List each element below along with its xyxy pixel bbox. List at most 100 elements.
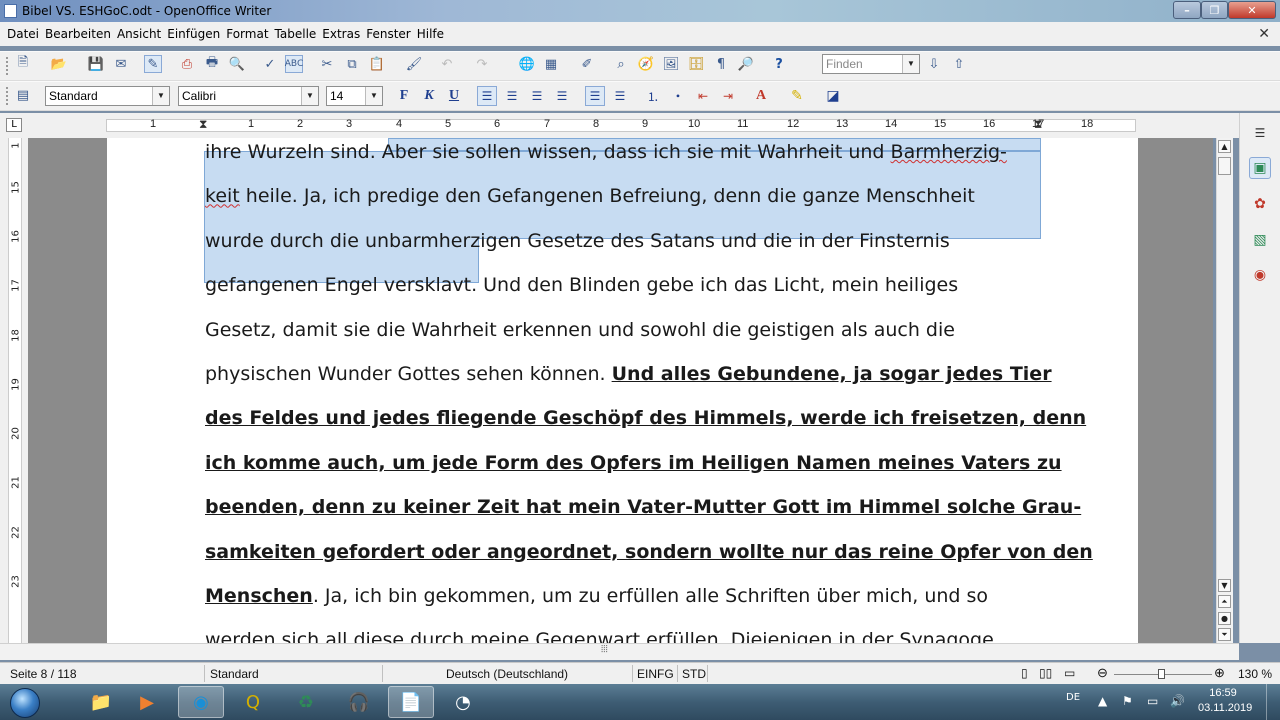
bold-button[interactable]: F: [394, 86, 414, 106]
tab-stop-toggle[interactable]: L: [6, 118, 22, 132]
hyperlink-icon[interactable]: 🌐: [518, 55, 536, 73]
export-pdf-icon[interactable]: ⎙: [178, 55, 196, 73]
numbering-button[interactable]: ⒈: [643, 86, 663, 106]
navigator-icon[interactable]: ◉: [1249, 264, 1271, 286]
redo-icon[interactable]: ↷: [473, 55, 491, 73]
table-icon[interactable]: ▦: [542, 55, 560, 73]
toolbar-grip[interactable]: [6, 87, 12, 105]
app-headphones-icon[interactable]: 🎧: [336, 686, 382, 718]
font-name-select[interactable]: Calibri ▼: [178, 86, 319, 106]
text-line[interactable]: des Feldes und jedes fliegende Geschöpf …: [205, 396, 1086, 440]
gallery-icon[interactable]: 🖼: [662, 55, 680, 73]
menu-einfuegen[interactable]: Einfügen: [164, 27, 223, 41]
cut-icon[interactable]: ✂: [318, 55, 336, 73]
text-line[interactable]: Menschen. Ja, ich bin gekommen, um zu er…: [205, 574, 1045, 618]
media-player-icon[interactable]: ▶: [124, 686, 170, 718]
text-line[interactable]: ich komme auch, um jede Form des Opfers …: [205, 441, 1062, 485]
page-indicator[interactable]: Seite 8 / 118: [10, 667, 77, 681]
menu-datei[interactable]: Datei: [4, 27, 42, 41]
navigation-icon[interactable]: ●: [1218, 612, 1231, 625]
justify-button[interactable]: ☰: [552, 86, 572, 106]
find-replace-icon[interactable]: ⌕: [612, 55, 630, 73]
scroll-up-icon[interactable]: ▲: [1218, 140, 1231, 153]
new-document-icon[interactable]: 🗎: [14, 55, 32, 73]
action-center-icon[interactable]: ⚑: [1122, 694, 1133, 708]
language-tray[interactable]: DE: [1066, 692, 1080, 703]
formatting-marks-icon[interactable]: ¶: [712, 55, 730, 73]
scroll-grip-icon[interactable]: ⦙⦙⦙: [601, 644, 608, 655]
decrease-indent-button[interactable]: ⇤: [693, 86, 713, 106]
clock[interactable]: 16:59 03.11.2019: [1198, 686, 1252, 716]
close-document-icon[interactable]: ✕: [1258, 26, 1270, 42]
obs-icon[interactable]: ◔: [440, 686, 486, 718]
chevron-down-icon[interactable]: ▼: [365, 87, 382, 105]
insert-mode[interactable]: EINFG: [637, 667, 674, 681]
undo-icon[interactable]: ↶: [438, 55, 456, 73]
find-dropdown-icon[interactable]: ▼: [902, 55, 919, 73]
open-icon[interactable]: 📂: [50, 55, 68, 73]
text-line[interactable]: wurde durch die unbarmherzigen Gesetze d…: [205, 219, 1045, 263]
menu-hilfe[interactable]: Hilfe: [414, 27, 447, 41]
zoom-slider-thumb[interactable]: [1158, 669, 1165, 679]
close-button[interactable]: ✕: [1228, 1, 1276, 19]
zoom-out-icon[interactable]: ⊖: [1097, 665, 1108, 681]
edit-mode-icon[interactable]: ✎: [144, 55, 162, 73]
writer-taskbar-icon[interactable]: 📄: [388, 686, 434, 718]
text-line[interactable]: keit heile. Ja, ich predige den Gefangen…: [205, 174, 1045, 218]
text-line[interactable]: samkeiten gefordert oder angeordnet, son…: [205, 530, 1093, 574]
network-icon[interactable]: ▭: [1147, 694, 1158, 708]
zoom-in-icon[interactable]: ⊕: [1214, 665, 1225, 681]
browser-icon[interactable]: ◉: [178, 686, 224, 718]
paste-icon[interactable]: 📋: [368, 55, 386, 73]
auto-spellcheck-icon[interactable]: ABC: [285, 55, 303, 73]
text-line[interactable]: ihre Wurzeln sind. Aber sie sollen wisse…: [205, 130, 1045, 174]
menu-extras[interactable]: Extras: [319, 27, 363, 41]
spellcheck-icon[interactable]: ✓: [261, 55, 279, 73]
find-next-icon[interactable]: ⇩: [925, 55, 943, 73]
menu-ansicht[interactable]: Ansicht: [114, 27, 164, 41]
italic-button[interactable]: K: [419, 86, 439, 106]
align-right-button[interactable]: ☰: [527, 86, 547, 106]
horizontal-scrollbar[interactable]: [0, 643, 1239, 660]
book-view-icon[interactable]: ▭: [1064, 666, 1075, 680]
menu-format[interactable]: Format: [223, 27, 271, 41]
align-center-button[interactable]: ☰: [502, 86, 522, 106]
text-line[interactable]: physischen Wunder Gottes sehen können. U…: [205, 352, 1052, 396]
scroll-down-icon[interactable]: ▼: [1218, 579, 1231, 592]
next-page-icon[interactable]: ⏷: [1218, 628, 1231, 641]
find-previous-icon[interactable]: ⇧: [950, 55, 968, 73]
vertical-scrollbar[interactable]: [1216, 138, 1233, 643]
text-line[interactable]: gefangenen Engel versklavt. Und den Blin…: [205, 263, 1045, 307]
data-sources-icon[interactable]: 🗄: [687, 55, 705, 73]
find-input[interactable]: Finden ▼: [822, 54, 920, 74]
tray-expand-icon[interactable]: ▲: [1098, 694, 1107, 708]
selection-mode[interactable]: STD: [682, 667, 706, 681]
navigator-icon[interactable]: 🧭: [637, 55, 655, 73]
styles-formatting-icon[interactable]: ▤: [14, 86, 32, 104]
line-spacing-button[interactable]: ☰: [585, 86, 605, 106]
text-line[interactable]: beenden, denn zu keiner Zeit hat mein Va…: [205, 485, 1081, 529]
single-page-view-icon[interactable]: ▯: [1021, 666, 1028, 680]
start-button[interactable]: [4, 686, 44, 718]
increase-indent-button[interactable]: ⇥: [718, 86, 738, 106]
multi-page-view-icon[interactable]: ▯▯: [1039, 666, 1052, 680]
font-color-button[interactable]: A: [751, 86, 771, 106]
sidebar-menu-icon[interactable]: ☰: [1249, 122, 1271, 144]
menu-bearbeiten[interactable]: Bearbeiten: [42, 27, 114, 41]
document-text[interactable]: ihre Wurzeln sind. Aber sie sollen wisse…: [205, 130, 1093, 663]
align-left-button[interactable]: ☰: [477, 86, 497, 106]
highlight-button[interactable]: ✎: [787, 86, 807, 106]
styles-icon[interactable]: ✿: [1249, 193, 1271, 215]
app-recycle-icon[interactable]: ♻: [283, 686, 329, 718]
bullets-button[interactable]: •: [668, 86, 688, 106]
zoom-level[interactable]: 130 %: [1238, 667, 1272, 681]
copy-icon[interactable]: ⧉: [343, 55, 361, 73]
text-line[interactable]: Gesetz, damit sie die Wahrheit erkennen …: [205, 308, 1045, 352]
print-icon[interactable]: 🖶: [203, 55, 221, 73]
previous-page-icon[interactable]: ⏶: [1218, 595, 1231, 608]
volume-icon[interactable]: 🔊: [1170, 694, 1185, 708]
app-q-icon[interactable]: Q: [230, 686, 276, 718]
show-desktop-button[interactable]: [1266, 684, 1280, 720]
language-indicator[interactable]: Deutsch (Deutschland): [446, 667, 568, 681]
format-paintbrush-icon[interactable]: 🖌: [405, 55, 423, 73]
